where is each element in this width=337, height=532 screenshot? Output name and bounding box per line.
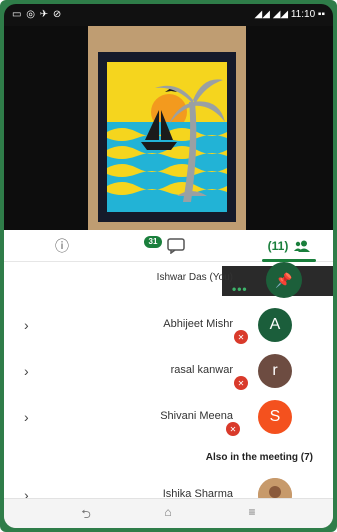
- more-options-icon[interactable]: •••: [232, 282, 248, 296]
- people-count: (11): [267, 238, 289, 253]
- chevron-icon: ›: [24, 363, 29, 379]
- chat-icon: [167, 237, 185, 254]
- tab-people[interactable]: (11): [254, 230, 324, 262]
- participant-row[interactable]: › rasal kanwar ✕ r: [4, 350, 333, 394]
- chevron-icon: ›: [24, 409, 29, 425]
- chat-count-badge: 31: [144, 236, 162, 248]
- avatar: A: [258, 308, 292, 342]
- people-icon: [294, 240, 311, 252]
- participants-panel: ⓘ 31 (11) 📌 ••• Ishwar Das (You) › Abhij…: [4, 230, 333, 528]
- tab-chat[interactable]: 31: [144, 230, 194, 261]
- status-icons-right: ◢◢ ◢◢ 11:10 ▪▪: [254, 9, 325, 20]
- back-icon[interactable]: ⮌: [74, 505, 98, 523]
- avatar: S: [258, 400, 292, 434]
- participant-row[interactable]: › Abhijeet Mishr ✕ A: [4, 304, 333, 348]
- participant-name: Abhijeet Mishr: [163, 318, 233, 330]
- status-bar: ▭ ◎ ✈ ⊘ ◢◢ ◢◢ 11:10 ▪▪: [4, 4, 333, 26]
- status-icons-left: ▭ ◎ ✈ ⊘: [12, 9, 63, 20]
- recents-icon[interactable]: ≡: [240, 505, 264, 523]
- artwork-image: [107, 62, 227, 212]
- muted-mic-icon: ✕: [234, 330, 248, 344]
- pin-icon[interactable]: 📌: [266, 262, 302, 298]
- avatar: r: [258, 354, 292, 388]
- sunset-sea-illustration: [107, 62, 227, 212]
- tab-info[interactable]: ⓘ: [42, 230, 82, 261]
- participant-row[interactable]: › Shivani Meena ✕ S: [4, 396, 333, 440]
- section-title: Also in the meeting (7): [205, 452, 313, 463]
- artwork-frame: [98, 52, 236, 222]
- muted-mic-icon: ✕: [234, 376, 248, 390]
- info-icon: ⓘ: [55, 237, 69, 254]
- system-nav-bar: ⮌ ⌂ ≡: [4, 498, 333, 528]
- home-icon[interactable]: ⌂: [156, 505, 180, 523]
- self-name: Ishwar Das (You): [156, 272, 233, 283]
- muted-mic-icon: ✕: [226, 422, 240, 436]
- participant-name: rasal kanwar: [170, 364, 233, 376]
- video-feed[interactable]: [4, 26, 333, 230]
- panel-tabs: ⓘ 31 (11): [4, 230, 333, 262]
- participant-name: Shivani Meena: [160, 410, 233, 422]
- phone-screen: ▭ ◎ ✈ ⊘ ◢◢ ◢◢ 11:10 ▪▪ ⓘ 31 (11) 📌 ••• I…: [4, 4, 333, 528]
- artwork-board: [88, 26, 246, 230]
- chevron-icon: ›: [24, 317, 29, 333]
